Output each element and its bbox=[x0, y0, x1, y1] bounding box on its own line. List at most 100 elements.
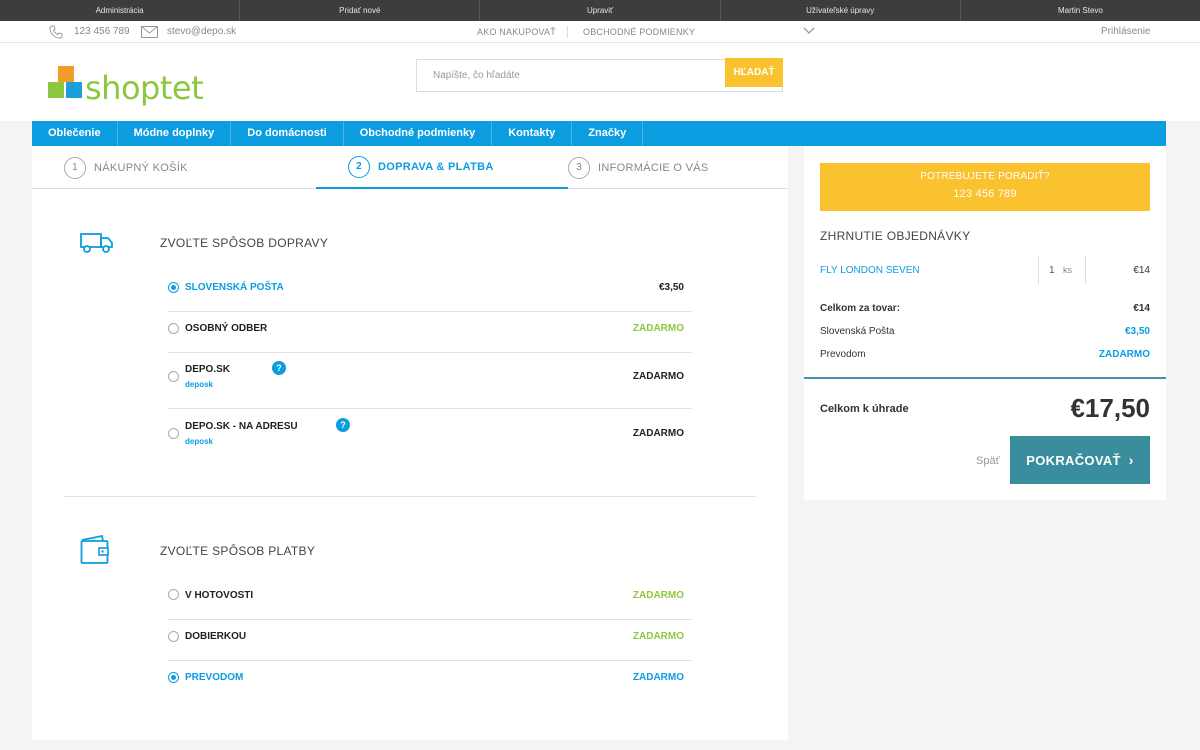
admin-link-add-new[interactable]: Pridať nové bbox=[240, 0, 481, 21]
nav-item-terms[interactable]: Obchodné podmienky bbox=[344, 121, 493, 146]
payment-option-cod[interactable]: DOBIERKOU ZADARMO bbox=[168, 620, 692, 661]
radio-button[interactable] bbox=[168, 589, 179, 600]
advice-box[interactable]: POTREBUJETE PORADIŤ? 123 456 789 bbox=[820, 163, 1150, 211]
payment-option-transfer[interactable]: PREVODOM ZADARMO bbox=[168, 661, 692, 703]
summary-line-label: Slovenská Pošta bbox=[820, 326, 895, 337]
top-info-bar: 123 456 789 stevo@depo.sk AKO NAKUPOVAŤ … bbox=[0, 21, 1200, 43]
contact-phone[interactable]: 123 456 789 bbox=[74, 26, 130, 37]
logo-square-orange bbox=[58, 66, 74, 82]
option-sublabel: deposk bbox=[185, 437, 214, 446]
mail-icon bbox=[141, 26, 158, 41]
option-label: DEPO.SK bbox=[185, 364, 231, 375]
item-qty-box bbox=[1038, 256, 1086, 284]
summary-line-label: Prevodom bbox=[820, 349, 866, 360]
option-label: SLOVENSKÁ POŠTA bbox=[185, 282, 284, 293]
continue-button[interactable]: POKRAČOVAŤ › bbox=[1010, 436, 1150, 484]
shipping-option-depo[interactable]: DEPO.SK ? deposk ZADARMO bbox=[168, 353, 692, 409]
step-label: INFORMÁCIE O VÁS bbox=[598, 161, 709, 174]
option-price: ZADARMO bbox=[632, 590, 684, 601]
shipping-section-title: ZVOĽTE SPÔSOB DOPRAVY bbox=[160, 236, 329, 250]
item-name[interactable]: FLY LONDON SEVEN bbox=[820, 265, 920, 276]
advice-phone[interactable]: 123 456 789 bbox=[820, 188, 1150, 200]
option-price: ZADARMO bbox=[632, 428, 684, 439]
search-input[interactable] bbox=[417, 60, 727, 91]
search-button[interactable]: HĽADAŤ bbox=[725, 58, 783, 87]
step-label: DOPRAVA & PLATBA bbox=[378, 160, 494, 173]
truck-icon bbox=[80, 232, 114, 259]
terms-link[interactable]: OBCHODNÉ PODMIENKY bbox=[583, 27, 695, 37]
shipping-option-personal-pickup[interactable]: OSOBNÝ ODBER ZADARMO bbox=[168, 312, 692, 353]
order-item: FLY LONDON SEVEN 1 ks €14 bbox=[820, 256, 1150, 284]
payment-section-title: ZVOĽTE SPÔSOB PLATBY bbox=[160, 544, 316, 558]
step-shipping-payment[interactable]: 2 DOPRAVA & PLATBA bbox=[316, 146, 568, 189]
option-label: PREVODOM bbox=[185, 672, 244, 683]
nav-item-home[interactable]: Do domácnosti bbox=[231, 121, 344, 146]
header: shoptet HĽADAŤ bbox=[0, 43, 1200, 121]
chevron-right-icon: › bbox=[1128, 452, 1134, 468]
option-label: V HOTOVOSTI bbox=[185, 590, 254, 601]
item-price: €14 bbox=[1133, 265, 1150, 276]
continue-button-label: POKRAČOVAŤ bbox=[1026, 453, 1121, 468]
checkout-main: 1 NÁKUPNÝ KOŠÍK 2 DOPRAVA & PLATBA 3 INF… bbox=[32, 146, 788, 740]
admin-link-user-settings[interactable]: Užívateľské úpravy bbox=[721, 0, 961, 21]
logo-text: shoptet bbox=[85, 69, 204, 107]
summary-separator bbox=[804, 377, 1166, 379]
logo-square-green bbox=[48, 82, 64, 98]
radio-button[interactable] bbox=[168, 631, 179, 642]
back-link[interactable]: Späť bbox=[976, 455, 1000, 467]
item-qty: 1 bbox=[1049, 265, 1055, 276]
search-box: HĽADAŤ bbox=[416, 58, 783, 92]
admin-link-administration[interactable]: Administrácia bbox=[0, 0, 241, 21]
option-label: OSOBNÝ ODBER bbox=[185, 323, 268, 334]
step-number: 2 bbox=[348, 155, 370, 178]
nav-item-contacts[interactable]: Kontakty bbox=[492, 121, 573, 146]
order-sidebar: POTREBUJETE PORADIŤ? 123 456 789 ZHRNUTI… bbox=[804, 146, 1166, 500]
total-value: €17,50 bbox=[1070, 393, 1150, 423]
shipping-option-slovenska-posta[interactable]: SLOVENSKÁ POŠTA €3,50 bbox=[168, 270, 692, 312]
wallet-icon bbox=[80, 534, 110, 570]
option-price: ZADARMO bbox=[632, 371, 684, 382]
radio-button[interactable] bbox=[168, 282, 179, 293]
radio-button[interactable] bbox=[168, 371, 179, 382]
help-icon[interactable]: ? bbox=[336, 418, 350, 432]
nav-item-accessories[interactable]: Módne doplnky bbox=[118, 121, 232, 146]
admin-link-user-name[interactable]: Martin Stevo bbox=[961, 0, 1200, 21]
summary-line-value: €3,50 bbox=[1124, 326, 1150, 337]
help-icon[interactable]: ? bbox=[272, 361, 286, 375]
phone-icon bbox=[48, 24, 64, 43]
step-label: NÁKUPNÝ KOŠÍK bbox=[94, 161, 188, 174]
option-price: €3,50 bbox=[658, 282, 684, 293]
payment-option-cash[interactable]: V HOTOVOSTI ZADARMO bbox=[168, 578, 692, 620]
nav-item-brands[interactable]: Značky bbox=[572, 121, 644, 146]
shoptet-logo[interactable]: shoptet bbox=[48, 66, 204, 106]
option-price: ZADARMO bbox=[632, 672, 684, 683]
summary-title: ZHRNUTIE OBJEDNÁVKY bbox=[820, 229, 971, 243]
checkout-steps: 1 NÁKUPNÝ KOŠÍK 2 DOPRAVA & PLATBA 3 INF… bbox=[32, 146, 788, 189]
summary-line-label: Celkom za tovar: bbox=[820, 303, 901, 314]
step-cart[interactable]: 1 NÁKUPNÝ KOŠÍK bbox=[64, 146, 188, 189]
option-price: ZADARMO bbox=[632, 631, 684, 642]
login-link[interactable]: Prihlásenie bbox=[1101, 26, 1150, 37]
top-info-separator bbox=[567, 26, 568, 38]
nav-item-clothing[interactable]: Oblečenie bbox=[32, 121, 118, 146]
contact-email[interactable]: stevo@depo.sk bbox=[167, 26, 236, 37]
advice-title: POTREBUJETE PORADIŤ? bbox=[920, 171, 1050, 182]
radio-button[interactable] bbox=[168, 323, 179, 334]
step-information[interactable]: 3 INFORMÁCIE O VÁS bbox=[568, 146, 709, 189]
item-qty-unit: ks bbox=[1063, 265, 1072, 275]
radio-button[interactable] bbox=[168, 428, 179, 439]
total-label: Celkom k úhrade bbox=[820, 403, 909, 415]
summary-line-value: €14 bbox=[1133, 303, 1150, 314]
option-label: DOBIERKOU bbox=[185, 631, 247, 642]
radio-button[interactable] bbox=[168, 672, 179, 683]
chevron-down-icon[interactable] bbox=[803, 26, 815, 39]
option-label: DEPO.SK - NA ADRESU bbox=[185, 421, 298, 432]
admin-link-edit[interactable]: Upraviť bbox=[480, 0, 721, 21]
option-price: ZADARMO bbox=[632, 323, 684, 334]
shipping-option-depo-address[interactable]: DEPO.SK - NA ADRESU ? deposk ZADARMO bbox=[168, 409, 692, 459]
main-nav: Oblečenie Módne doplnky Do domácnosti Ob… bbox=[32, 121, 1166, 146]
how-to-buy-link[interactable]: AKO NAKUPOVAŤ bbox=[477, 27, 556, 37]
step-number: 1 bbox=[64, 156, 86, 179]
option-sublabel: deposk bbox=[185, 380, 214, 389]
step-number: 3 bbox=[568, 156, 590, 179]
